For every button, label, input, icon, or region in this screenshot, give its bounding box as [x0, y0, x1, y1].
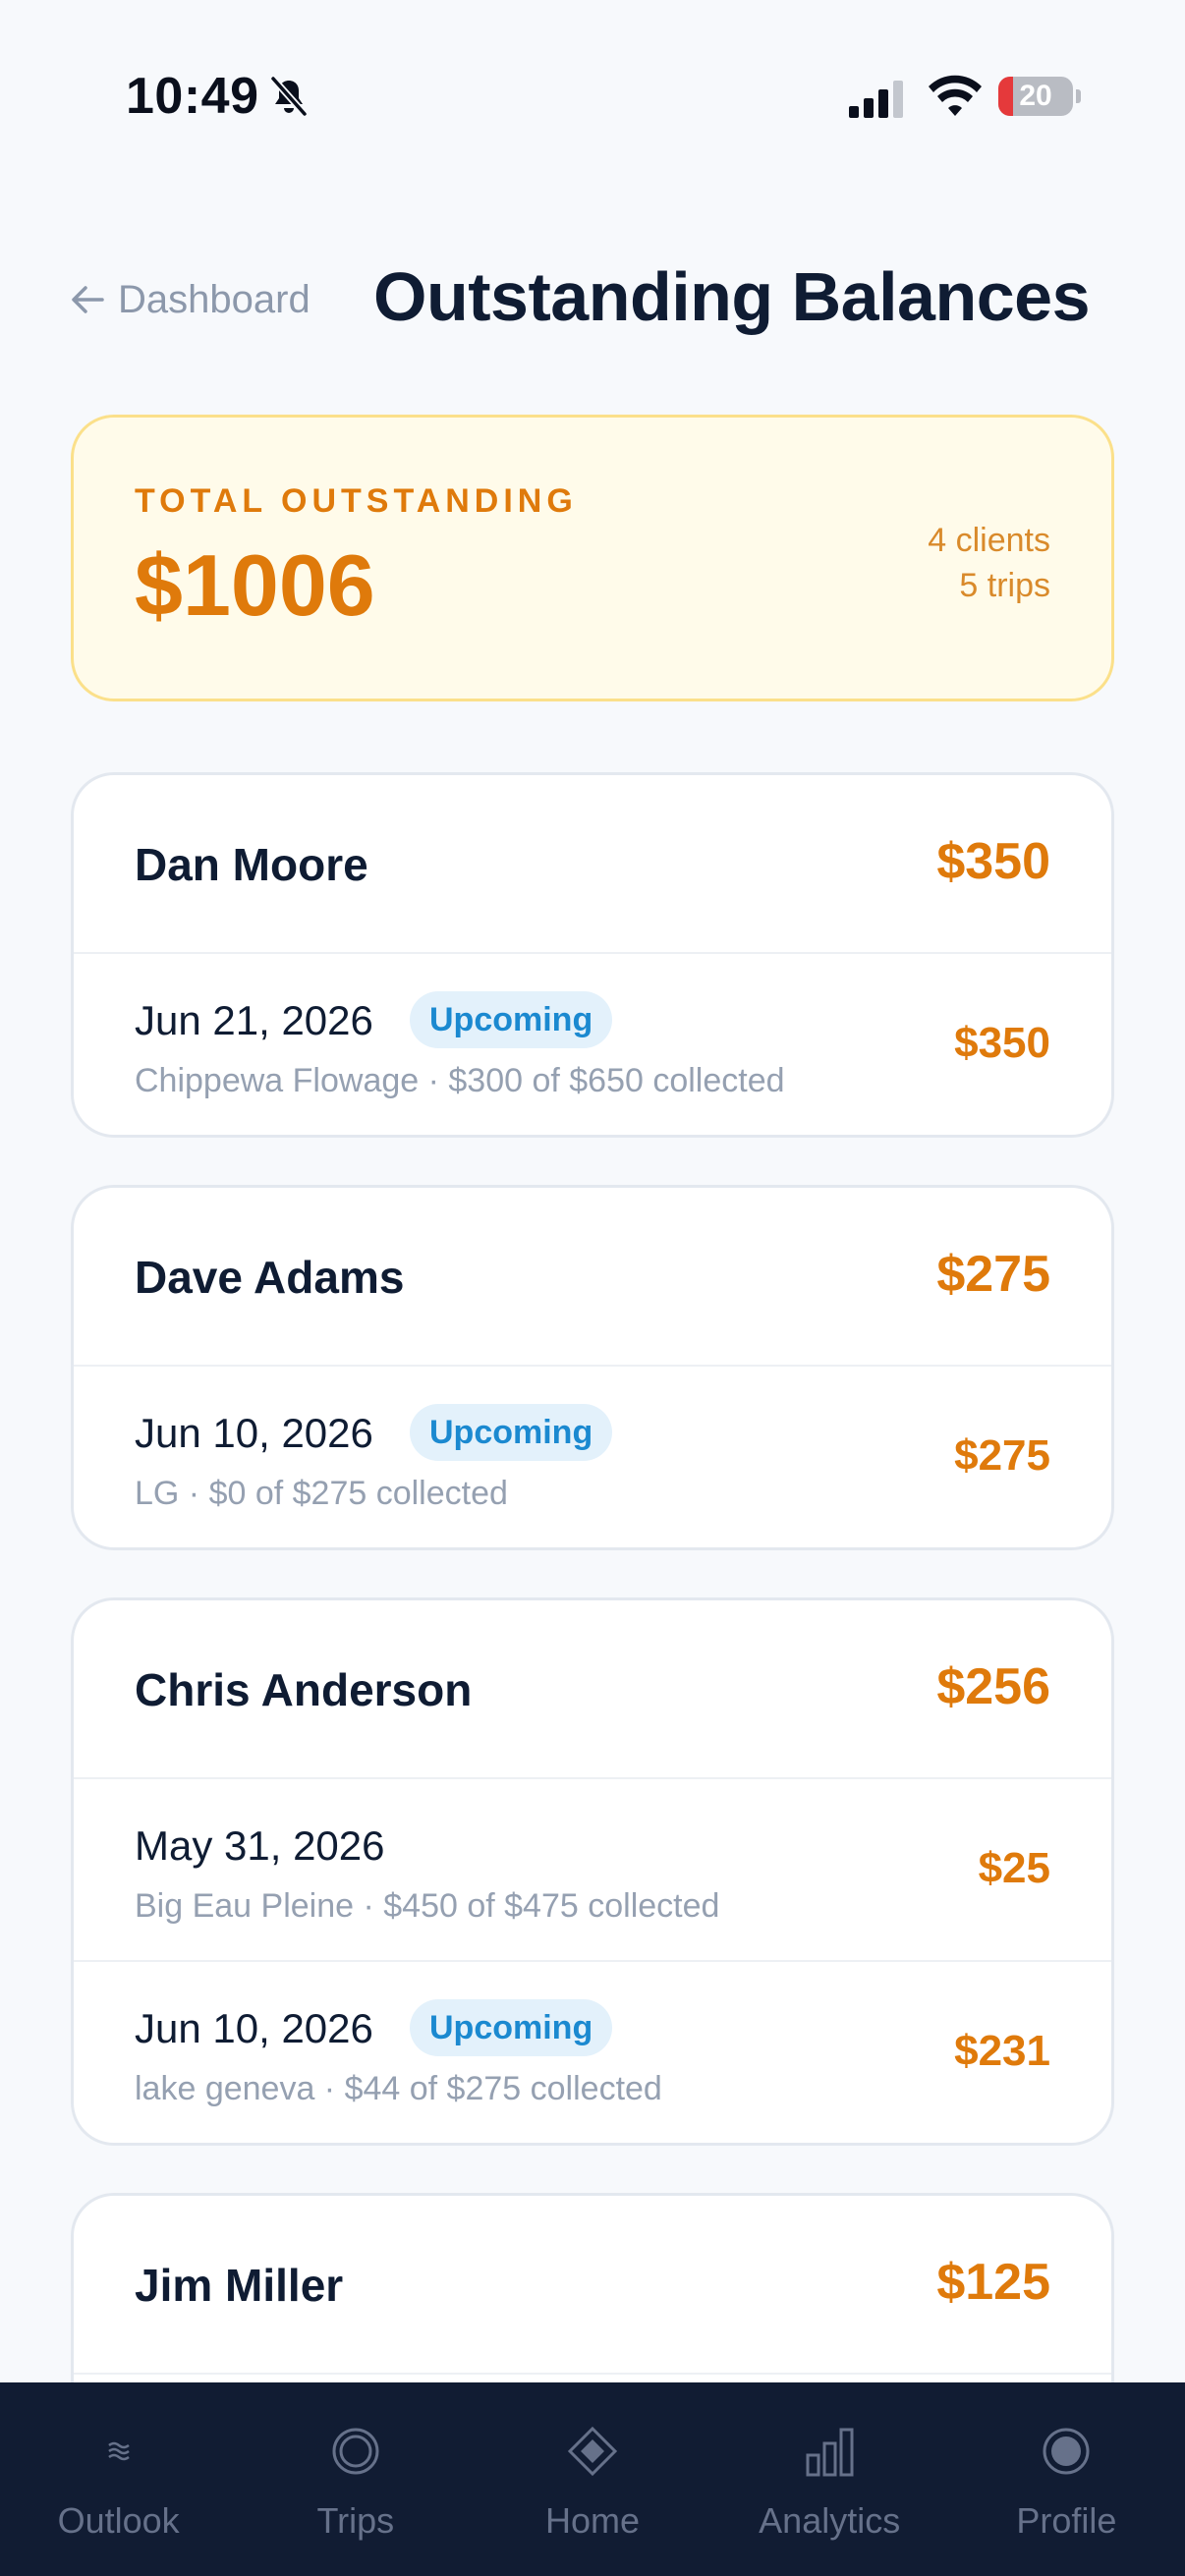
outstanding-balances-screen: 10:49 20 Dashboard Outstanding Balances …	[0, 0, 1185, 2576]
tab-label: Profile	[1016, 2500, 1117, 2541]
trip-amount-owed: $25	[978, 1844, 1050, 1892]
trip-description: LG · $0 of $275 collected	[135, 1475, 508, 1512]
client-card-header: Chris Anderson $256	[74, 1600, 1111, 1779]
trip-amount-owed: $275	[954, 1431, 1050, 1480]
arrow-left-icon	[72, 286, 104, 313]
trip-description: lake geneva · $44 of $275 collected	[135, 2070, 662, 2107]
client-card-header: Jim Miller $125	[74, 2196, 1111, 2375]
battery-percentage: 20	[1019, 80, 1052, 112]
trip-date: Jun 21, 2026	[135, 997, 373, 1043]
client-total-owed: $256	[936, 1658, 1050, 1715]
client-card[interactable]: Dan Moore $350 Jun 21, 2026 Upcoming Chi…	[71, 772, 1114, 1138]
trip-date: Jun 10, 2026	[135, 1410, 373, 1456]
client-total-owed: $125	[936, 2254, 1050, 2311]
client-card-header: Dan Moore $350	[74, 775, 1111, 954]
trip-date: Jun 10, 2026	[135, 2005, 373, 2051]
waves-icon	[93, 2426, 144, 2477]
client-name: Chris Anderson	[135, 1664, 473, 1715]
upcoming-badge: Upcoming	[410, 1999, 613, 2056]
back-link-label: Dashboard	[118, 277, 310, 321]
battery-icon: 20	[998, 77, 1081, 116]
trip-row[interactable]: Jun 10, 2026 Upcoming lake geneva · $44 …	[74, 1962, 1111, 2143]
wifi-icon	[929, 75, 982, 116]
trip-amount-owed: $350	[954, 1019, 1050, 1067]
client-card[interactable]: Chris Anderson $256 May 31, 2026 Big Eau…	[71, 1597, 1114, 2146]
total-outstanding-card: TOTAL OUTSTANDING $1006 4 clients 5 trip…	[71, 415, 1114, 701]
tab-label: Trips	[316, 2500, 395, 2541]
cellular-signal-icon	[849, 81, 903, 118]
tab-label: Analytics	[759, 2500, 901, 2541]
trip-date: May 31, 2026	[135, 1822, 385, 1869]
client-name: Dan Moore	[135, 839, 368, 890]
status-bar: 10:49 20	[0, 0, 1185, 193]
trip-description: Chippewa Flowage · $300 of $650 collecte…	[135, 1062, 785, 1099]
client-name: Dave Adams	[135, 1252, 405, 1303]
client-total-owed: $350	[936, 833, 1050, 890]
tab-label: Home	[544, 2500, 641, 2541]
tab-profile[interactable]: Profile	[948, 2382, 1185, 2576]
client-card-header: Dave Adams $275	[74, 1188, 1111, 1367]
bell-muted-icon	[270, 76, 308, 117]
trip-row[interactable]: Jun 10, 2026 Upcoming LG · $0 of $275 co…	[74, 1367, 1111, 1547]
tab-analytics[interactable]: Analytics	[711, 2382, 948, 2576]
bar-chart-icon	[804, 2426, 855, 2477]
ring-icon	[330, 2426, 381, 2477]
summary-meta: 4 clients 5 trips	[928, 518, 1050, 608]
total-outstanding-label: TOTAL OUTSTANDING	[135, 482, 578, 520]
tab-outlook[interactable]: Outlook	[0, 2382, 237, 2576]
client-name: Jim Miller	[135, 2260, 344, 2311]
client-count: 4 clients	[928, 522, 1050, 559]
client-card[interactable]: Dave Adams $275 Jun 10, 2026 Upcoming LG…	[71, 1185, 1114, 1550]
trip-description: Big Eau Pleine · $450 of $475 collected	[135, 1887, 720, 1925]
status-time: 10:49	[126, 68, 259, 125]
trip-count: 5 trips	[959, 567, 1050, 604]
total-outstanding-amount: $1006	[135, 536, 375, 634]
trip-row[interactable]: Jun 21, 2026 Upcoming Chippewa Flowage ·…	[74, 954, 1111, 1135]
trip-row[interactable]: May 31, 2026 Big Eau Pleine · $450 of $4…	[74, 1779, 1111, 1962]
upcoming-badge: Upcoming	[410, 1404, 613, 1461]
tab-label: Outlook	[57, 2500, 180, 2541]
trip-amount-owed: $231	[954, 2027, 1050, 2075]
client-total-owed: $275	[936, 1246, 1050, 1303]
back-to-dashboard-link[interactable]: Dashboard	[71, 275, 310, 324]
upcoming-badge: Upcoming	[410, 991, 613, 1048]
diamond-icon	[567, 2426, 618, 2477]
bottom-tab-bar: Outlook Trips Home Analytics Profile	[0, 2382, 1185, 2576]
profile-dot-icon	[1041, 2426, 1092, 2477]
page-title: Outstanding Balances	[373, 258, 1091, 335]
tab-home[interactable]: Home	[474, 2382, 710, 2576]
tab-trips[interactable]: Trips	[237, 2382, 474, 2576]
